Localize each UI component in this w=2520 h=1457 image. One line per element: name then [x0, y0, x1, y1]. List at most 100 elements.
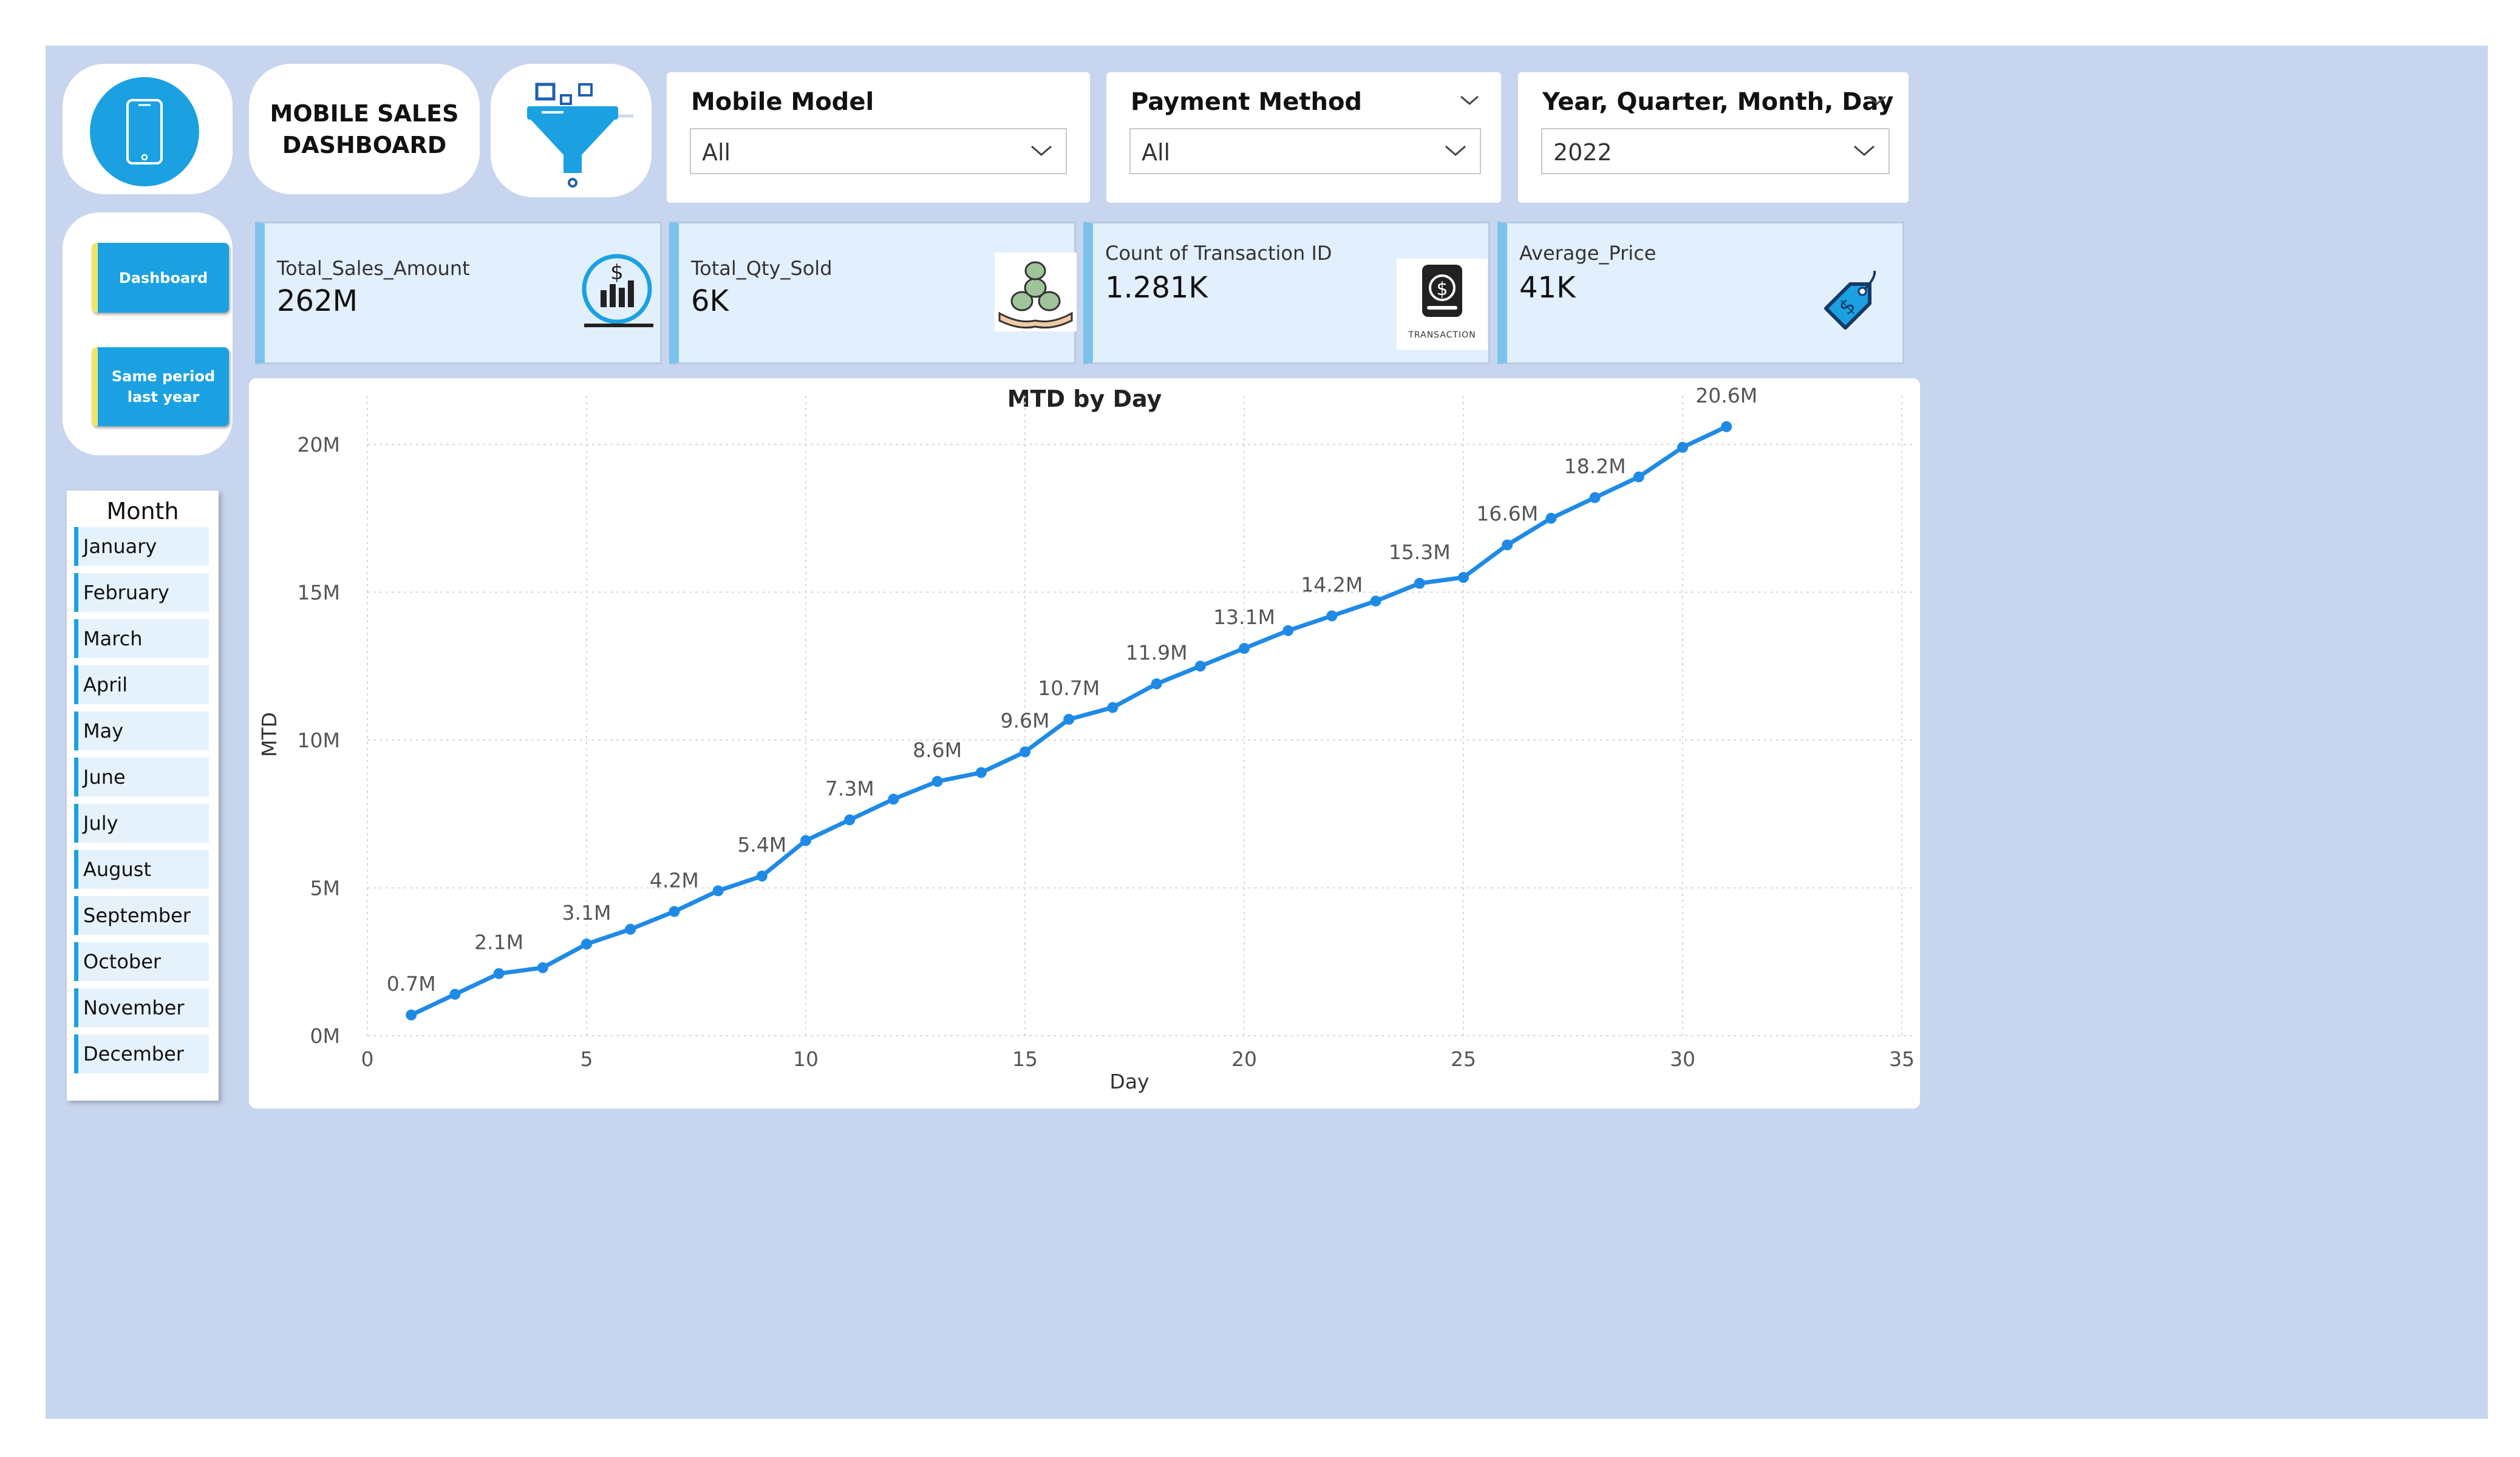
- data-point[interactable]: [625, 923, 636, 935]
- price-tag-icon: $: [1824, 270, 1876, 330]
- month-item-september[interactable]: September: [74, 896, 209, 935]
- month-item-march[interactable]: March: [74, 619, 209, 658]
- kpi-label: Count of Transaction ID: [1105, 242, 1332, 265]
- mtd-by-day-chart: MTD by Day 0M 5M 10M 15M 20M 0 5 10 15 20 25 30 35 0…: [249, 378, 1920, 1109]
- data-label: 4.2M: [650, 868, 699, 892]
- data-point[interactable]: [888, 793, 899, 805]
- data-point[interactable]: [669, 906, 680, 917]
- chevron-down-icon: [1031, 145, 1052, 156]
- chevron-down-icon[interactable]: [1459, 93, 1480, 109]
- data-point[interactable]: [1458, 572, 1469, 583]
- payment-method-slicer[interactable]: Payment Method All: [1106, 72, 1501, 203]
- y-tick-label: 0M: [310, 1024, 340, 1048]
- date-hierarchy-slicer[interactable]: Year, Quarter, Month, Day 2022: [1518, 72, 1909, 203]
- kpi-label: Average_Price: [1519, 242, 1657, 265]
- chevron-down-icon[interactable]: [1866, 93, 1888, 109]
- mobile-model-value: All: [702, 139, 731, 166]
- kpi-value: 262M: [277, 284, 358, 318]
- data-point[interactable]: [1107, 702, 1119, 713]
- chevron-down-icon: [1445, 145, 1466, 156]
- dashboard-title: MOBILE SALES DASHBOARD: [270, 100, 459, 158]
- line-chart: 0M 5M 10M 15M 20M 0 5 10 15 20 25 30 35 0.7M 2.1M 3.1M…: [257, 384, 1915, 1093]
- y-tick-label: 20M: [298, 433, 340, 457]
- data-point[interactable]: [537, 962, 548, 973]
- same-period-last-year-button[interactable]: Same period last year: [92, 347, 229, 426]
- slicer-title: Payment Method: [1131, 88, 1363, 116]
- data-point[interactable]: [406, 1009, 417, 1021]
- data-point[interactable]: [931, 776, 943, 787]
- kpi-value: 6K: [691, 284, 729, 318]
- data-point[interactable]: [1677, 441, 1688, 453]
- data-label: 20.6M: [1695, 384, 1757, 407]
- date-hierarchy-dropdown[interactable]: 2022: [1541, 128, 1890, 174]
- month-item-february[interactable]: February: [74, 573, 209, 612]
- data-point[interactable]: [493, 968, 505, 979]
- kpi-card-transaction-count: Count of Transaction ID 1.281K $ TRANSAC…: [1083, 222, 1490, 364]
- mobile-model-dropdown[interactable]: All: [690, 128, 1067, 174]
- data-point[interactable]: [1194, 661, 1206, 672]
- x-tick-label: 20: [1231, 1047, 1257, 1071]
- x-axis-label: Day: [1109, 1070, 1149, 1093]
- data-point[interactable]: [712, 885, 724, 897]
- kpi-card-total-qty: Total_Qty_Sold 6K: [669, 222, 1077, 364]
- navigation-card: Dashboard Same period last year: [63, 212, 233, 455]
- data-point[interactable]: [1326, 610, 1338, 622]
- data-point[interactable]: [844, 814, 856, 826]
- month-item-january[interactable]: January: [74, 527, 209, 566]
- data-label: 16.6M: [1476, 502, 1538, 526]
- data-label: 7.3M: [825, 776, 874, 800]
- data-point[interactable]: [1063, 713, 1075, 725]
- slicer-title: Mobile Model: [691, 88, 874, 116]
- dollar-bar-chart-icon: $: [582, 254, 653, 327]
- data-label: 14.2M: [1301, 572, 1363, 596]
- month-item-august[interactable]: August: [74, 850, 209, 889]
- filter-icon-card[interactable]: [491, 64, 652, 197]
- y-tick-label: 5M: [310, 877, 340, 900]
- x-tick-label: 10: [793, 1047, 819, 1071]
- kpi-card-total-sales: Total_Sales_Amount 262M $: [255, 222, 662, 364]
- data-point[interactable]: [1589, 492, 1601, 503]
- data-point[interactable]: [1282, 625, 1294, 636]
- kpi-card-average-price: Average_Price 41K $: [1497, 222, 1904, 364]
- data-point[interactable]: [1545, 512, 1557, 524]
- data-point[interactable]: [1502, 539, 1513, 551]
- month-item-july[interactable]: July: [74, 804, 209, 843]
- month-item-october[interactable]: October: [74, 942, 209, 981]
- month-item-april[interactable]: April: [74, 665, 209, 704]
- slicer-title: Year, Quarter, Month, Day: [1542, 88, 1894, 116]
- data-point[interactable]: [1414, 577, 1425, 589]
- mobile-model-slicer[interactable]: Mobile Model All: [667, 72, 1090, 203]
- data-label: 0.7M: [387, 972, 436, 996]
- dashboard-nav-button[interactable]: Dashboard: [92, 243, 229, 313]
- data-point[interactable]: [800, 835, 811, 846]
- month-item-may[interactable]: May: [74, 712, 209, 750]
- data-point[interactable]: [975, 767, 987, 778]
- x-tick-label: 0: [361, 1047, 374, 1071]
- data-point[interactable]: [1020, 746, 1030, 758]
- data-label: 10.7M: [1038, 676, 1100, 700]
- data-point[interactable]: [449, 988, 461, 1000]
- month-item-november[interactable]: November: [74, 988, 209, 1027]
- data-label: 9.6M: [1001, 708, 1050, 732]
- data-point[interactable]: [1370, 596, 1381, 607]
- data-label: 18.2M: [1564, 455, 1626, 478]
- data-point[interactable]: [581, 939, 592, 950]
- data-label: 2.1M: [474, 931, 523, 954]
- data-point[interactable]: [1239, 643, 1250, 654]
- kpi-value: 1.281K: [1105, 271, 1208, 305]
- phone-logo-card: [63, 64, 233, 194]
- kpi-label: Total_Qty_Sold: [691, 257, 833, 280]
- data-point[interactable]: [1633, 471, 1644, 483]
- data-label: 15.3M: [1389, 540, 1451, 564]
- data-point[interactable]: [1721, 421, 1732, 432]
- x-tick-label: 30: [1670, 1047, 1695, 1071]
- kpi-label: Total_Sales_Amount: [277, 257, 470, 280]
- data-point[interactable]: [756, 871, 768, 882]
- data-label: 11.9M: [1126, 640, 1188, 664]
- month-item-june[interactable]: June: [74, 758, 209, 796]
- data-point[interactable]: [1151, 678, 1162, 690]
- y-tick-label: 15M: [298, 581, 340, 605]
- month-item-december[interactable]: December: [74, 1034, 209, 1073]
- payment-method-dropdown[interactable]: All: [1129, 128, 1481, 174]
- data-label: 5.4M: [737, 833, 786, 857]
